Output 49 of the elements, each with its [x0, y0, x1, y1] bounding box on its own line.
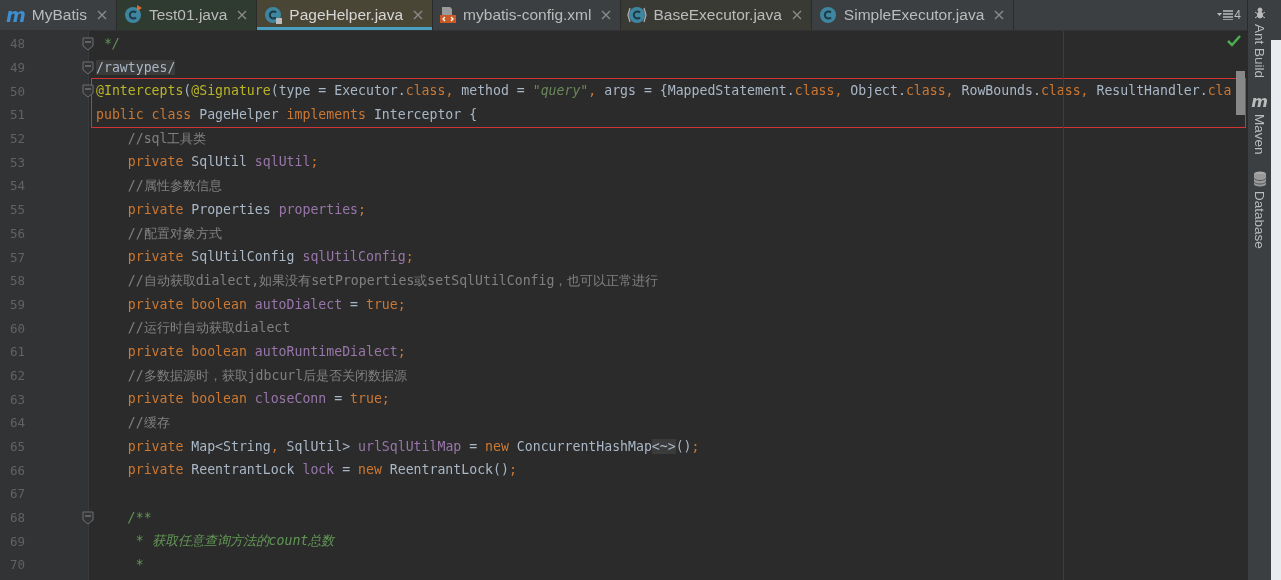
close-icon[interactable]	[791, 10, 802, 20]
fold-marker-icon[interactable]	[82, 60, 94, 75]
module-icon: m	[6, 5, 26, 25]
editor-tab[interactable]: PageHelper.java	[257, 0, 434, 30]
close-icon[interactable]	[601, 10, 612, 20]
xml-file-icon	[439, 6, 458, 24]
code-line: /**	[126, 508, 152, 527]
editor-tab[interactable]: BaseExecutor.java	[621, 0, 812, 30]
list-icon	[1217, 10, 1234, 20]
code-line: private boolean closeConn = true;	[126, 390, 390, 409]
code-line: //运行时自动获取dialect	[126, 319, 291, 338]
code-line: //sql工具类	[126, 129, 207, 148]
class-icon	[263, 5, 284, 25]
fold-marker-icon[interactable]	[82, 84, 94, 99]
code-line: *	[134, 556, 144, 575]
code-line: private SqlUtilConfig sqlUtilConfig;	[126, 248, 414, 267]
code-line: private ReentrantLock lock = new ReentrantLock();	[126, 461, 517, 480]
code-line: private Map<String, SqlUtil> urlSqlUtilMap = new ConcurrentHashMap<~>();	[126, 437, 700, 456]
code-line: private Properties properties;	[126, 200, 366, 219]
code-line: //配置对象方式	[126, 224, 222, 243]
code-line: private boolean autoDialect = true;	[126, 295, 406, 314]
maven-icon: m	[1251, 94, 1268, 111]
code-line: //自动获取dialect,如果没有setProperties或setSqlUtilConfig，也可以正常进行	[126, 271, 659, 290]
code-line: //多数据源时，获取jdbcurl后是否关闭数据源	[126, 366, 408, 385]
close-icon[interactable]	[237, 10, 248, 20]
code-line: //缓存	[126, 414, 170, 432]
tool-window-button[interactable]: Database	[1252, 170, 1267, 249]
close-icon[interactable]	[994, 10, 1005, 20]
close-icon[interactable]	[96, 10, 107, 20]
tool-window-button[interactable]: m Maven	[1251, 94, 1268, 155]
tool-window-button[interactable]: Ant Build	[1252, 6, 1267, 79]
hidden-tabs-button[interactable]: 4	[1211, 0, 1247, 30]
code-line: //属性参数信息	[126, 177, 222, 196]
check-icon	[1227, 35, 1241, 47]
close-icon[interactable]	[413, 10, 424, 20]
database-icon	[1252, 170, 1267, 187]
scrollbar-thumb[interactable]	[1236, 71, 1245, 115]
class-icon	[122, 5, 143, 25]
code-line: */	[102, 35, 120, 53]
editor-tab[interactable]: Test01.java	[116, 0, 258, 30]
code-line: private SqlUtil sqlUtil;	[126, 153, 319, 172]
code-line: private boolean autoRuntimeDialect;	[126, 342, 406, 361]
fold-marker-icon[interactable]	[82, 36, 94, 51]
code-line: public class PageHelper implements Interceptor {	[96, 106, 478, 125]
fold-marker-icon[interactable]	[82, 510, 94, 525]
code-line: * 获取任意查询方法的count总数	[134, 532, 335, 551]
ant-icon	[1252, 6, 1267, 20]
class-icon	[817, 5, 838, 25]
class-icon	[627, 5, 648, 25]
